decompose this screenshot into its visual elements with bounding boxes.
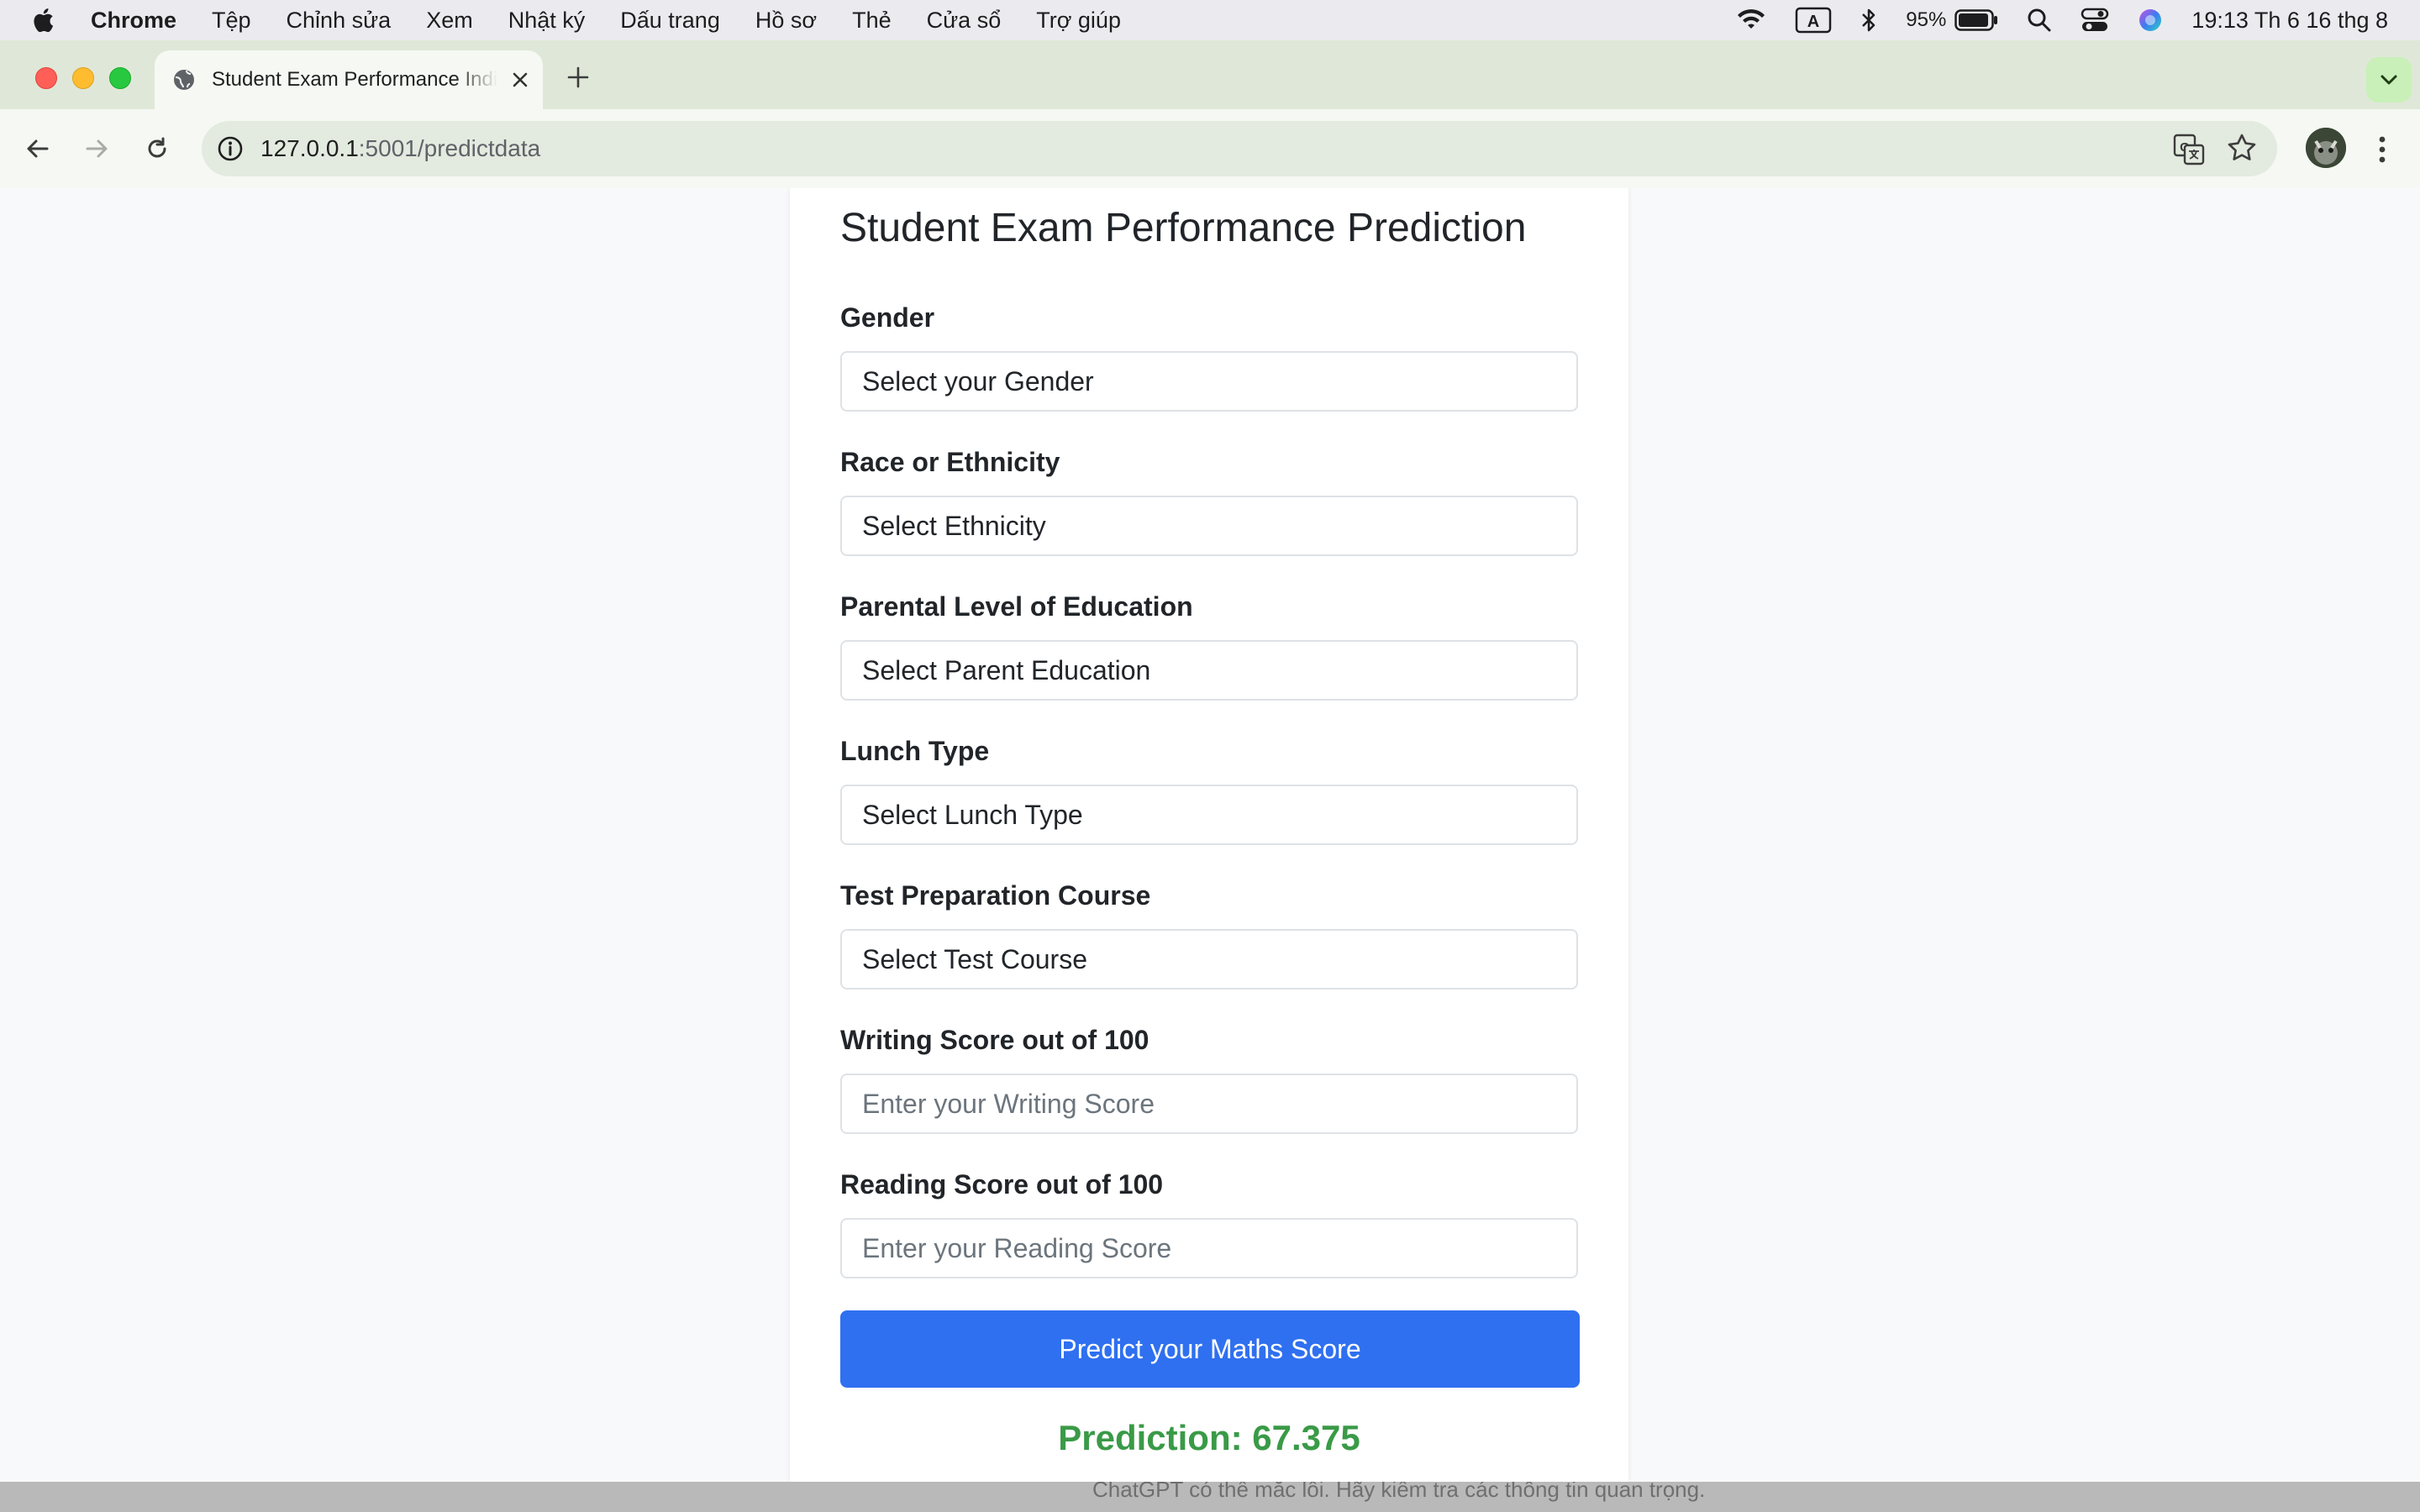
url-text[interactable]: 127.0.0.1:5001/predictdata <box>260 135 540 162</box>
menu-view[interactable]: Xem <box>426 8 473 34</box>
menu-help[interactable]: Trợ giúp <box>1036 8 1121 34</box>
menu-window[interactable]: Cửa sổ <box>927 8 1002 34</box>
test-course-select[interactable]: Select Test Course <box>840 929 1578 990</box>
page-viewport: Student Exam Performance Prediction Gend… <box>0 188 2420 1482</box>
arrow-left-icon <box>27 139 49 158</box>
lunch-type-select[interactable]: Select Lunch Type <box>840 785 1578 845</box>
window-minimize-button[interactable] <box>72 67 94 89</box>
forward-button[interactable] <box>79 131 114 166</box>
reload-button[interactable] <box>139 131 175 166</box>
window-zoom-button[interactable] <box>109 67 131 89</box>
back-button[interactable] <box>20 131 55 166</box>
menu-profiles[interactable]: Hồ sơ <box>755 8 817 34</box>
menubar-status-area: A 95% 19:13 Th 6 16 thg 8 <box>1736 0 2388 40</box>
url-host: 127.0.0.1 <box>260 135 359 161</box>
reading-score-label: Reading Score out of 100 <box>840 1169 1164 1200</box>
new-tab-button[interactable] <box>561 60 595 94</box>
test-course-label: Test Preparation Course <box>840 880 1151 911</box>
gender-select[interactable]: Select your Gender <box>840 351 1578 412</box>
chevron-down-icon <box>2381 75 2397 85</box>
address-bar[interactable]: 127.0.0.1:5001/predictdata G <box>202 121 2277 176</box>
control-center-icon[interactable] <box>2081 8 2109 33</box>
gender-label: Gender <box>840 302 935 333</box>
menu-edit[interactable]: Chỉnh sửa <box>287 8 392 34</box>
window-controls <box>35 67 131 89</box>
tab-search-button[interactable] <box>2366 57 2412 102</box>
site-info-icon[interactable] <box>215 134 245 164</box>
apple-icon[interactable] <box>32 6 57 34</box>
reading-score-input[interactable]: Enter your Reading Score <box>840 1218 1578 1278</box>
window-close-button[interactable] <box>35 67 57 89</box>
bookmark-star-icon[interactable] <box>2227 133 2260 166</box>
writing-score-input[interactable]: Enter your Writing Score <box>840 1074 1578 1134</box>
battery-percent: 95% <box>1906 8 1947 31</box>
menu-history[interactable]: Nhật ký <box>508 8 586 34</box>
input-source-label: A <box>1807 13 1819 31</box>
writing-score-label: Writing Score out of 100 <box>840 1025 1150 1055</box>
menu-app-chrome[interactable]: Chrome <box>91 8 176 34</box>
ethnicity-label: Race or Ethnicity <box>840 447 1060 477</box>
browser-chrome: Student Exam Performance Indicator 127.0… <box>0 40 2420 188</box>
macos-menu-bar: Chrome Tệp Chỉnh sửa Xem Nhật ký Dấu tra… <box>0 0 2420 40</box>
input-source-icon[interactable]: A <box>1795 7 1832 34</box>
tab-strip: Student Exam Performance Indicator <box>0 40 2420 109</box>
menu-file[interactable]: Tệp <box>212 8 251 34</box>
menu-bookmarks[interactable]: Dấu trang <box>620 8 720 34</box>
lunch-type-label: Lunch Type <box>840 736 990 766</box>
menubar-clock[interactable]: 19:13 Th 6 16 thg 8 <box>2191 8 2388 34</box>
reload-icon <box>148 137 166 158</box>
menu-tab[interactable]: Thẻ <box>852 8 892 34</box>
browser-toolbar: 127.0.0.1:5001/predictdata G <box>0 109 2420 188</box>
arrow-right-icon <box>86 139 108 158</box>
predict-button[interactable]: Predict your Maths Score <box>840 1310 1580 1388</box>
background-window-text: ChatGPT có thể mắc lỗi. Hãy kiểm tra các… <box>1092 1482 1706 1502</box>
prediction-result: Prediction: 67.375 <box>1058 1418 1360 1457</box>
tab-title: Student Exam Performance Indicator <box>212 68 497 91</box>
battery-status[interactable]: 95% <box>1906 8 1998 32</box>
parent-education-label: Parental Level of Education <box>840 591 1193 622</box>
parent-education-select[interactable]: Select Parent Education <box>840 640 1578 701</box>
siri-icon[interactable] <box>2138 8 2163 33</box>
url-path: :5001/predictdata <box>358 135 541 161</box>
prediction-form-card: Student Exam Performance Prediction Gend… <box>790 188 1628 1482</box>
spotlight-search-icon[interactable] <box>2027 8 2052 33</box>
tab-active[interactable]: Student Exam Performance Indicator <box>155 50 543 109</box>
battery-icon <box>1954 9 1998 31</box>
page-title: Student Exam Performance Prediction <box>840 206 1527 250</box>
bluetooth-icon[interactable] <box>1860 7 1877 34</box>
background-window-strip: ChatGPT có thể mắc lỗi. Hãy kiểm tra các… <box>0 1482 2420 1512</box>
wifi-icon[interactable] <box>1736 8 1766 32</box>
ethnicity-select[interactable]: Select Ethnicity <box>840 496 1578 556</box>
globe-icon <box>171 67 197 92</box>
translate-icon[interactable]: G <box>2173 134 2205 165</box>
tab-close-icon[interactable] <box>508 67 533 92</box>
profile-avatar[interactable] <box>2306 128 2346 168</box>
chrome-menu-icon[interactable] <box>2370 131 2395 168</box>
